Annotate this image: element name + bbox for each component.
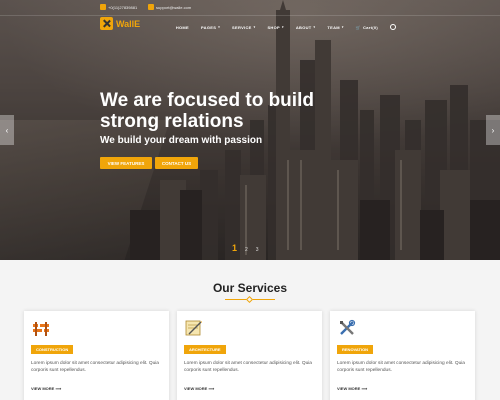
service-card-construction[interactable]: CONSTRUCTION Lorem ipsum dolor sit amet … bbox=[24, 311, 169, 400]
service-description: Lorem ipsum dolor sit amet consectetur a… bbox=[31, 361, 159, 373]
services-title: Our Services bbox=[212, 281, 288, 295]
hero-slider: +0(11)27839881 support@walle.com WallE H… bbox=[0, 0, 500, 260]
phone-contact[interactable]: +0(11)27839881 bbox=[100, 4, 137, 10]
nav-item-pages[interactable]: PAGES ▾ bbox=[201, 24, 220, 30]
main-nav: HOME PAGES ▾ SERVICE ▾ SHOP ▾ ABOUT ▾ TEAM ▾ … bbox=[176, 24, 396, 30]
service-tag: RENOVATION bbox=[337, 345, 374, 354]
blueprint-icon bbox=[185, 320, 202, 336]
hero-headline: We are focused to build strong relations bbox=[100, 90, 314, 132]
nav-item-service[interactable]: SERVICE ▾ bbox=[232, 24, 255, 30]
service-description: Lorem ipsum dolor sit amet consectetur a… bbox=[184, 361, 312, 373]
top-bar: +0(11)27839881 support@walle.com bbox=[0, 0, 500, 16]
divider-diamond bbox=[245, 295, 254, 304]
chevron-down-icon: ▾ bbox=[253, 25, 256, 29]
barrier-icon bbox=[33, 322, 49, 336]
view-more-link[interactable]: VIEW MORE ⟹ bbox=[31, 386, 61, 391]
chevron-down-icon: ▾ bbox=[282, 25, 284, 29]
slider-pagination: 1 2 3 bbox=[232, 243, 259, 253]
cart-link[interactable]: 🛒 Cart(0) bbox=[356, 24, 378, 30]
slide-page-3[interactable]: 3 bbox=[256, 247, 259, 253]
brand-name: WallE bbox=[116, 18, 141, 29]
chevron-right-icon: › bbox=[491, 125, 495, 135]
email-contact[interactable]: support@walle.com bbox=[148, 4, 191, 10]
brand-logo[interactable]: WallE bbox=[100, 17, 140, 30]
service-tag: ARCHITECTURE bbox=[184, 345, 226, 354]
chevron-down-icon: ▾ bbox=[341, 25, 344, 29]
service-card-architecture[interactable]: ARCHITECTURE Lorem ipsum dolor sit amet … bbox=[177, 311, 322, 400]
nav-item-shop[interactable]: SHOP ▾ bbox=[267, 24, 283, 30]
nav-item-team[interactable]: TEAM ▾ bbox=[327, 24, 343, 30]
cart-icon: 🛒 bbox=[355, 24, 361, 30]
chevron-left-icon: ‹ bbox=[5, 125, 9, 135]
hero-subline: We build your dream with passion bbox=[100, 135, 263, 146]
slide-page-1[interactable]: 1 bbox=[232, 243, 237, 253]
service-card-renovation[interactable]: RENOVATION Lorem ipsum dolor sit amet co… bbox=[330, 311, 475, 400]
slide-page-2[interactable]: 2 bbox=[245, 247, 248, 253]
email-icon bbox=[148, 4, 154, 10]
view-more-link[interactable]: VIEW MORE ⟹ bbox=[337, 386, 367, 391]
view-more-link[interactable]: VIEW MORE ⟹ bbox=[184, 386, 214, 391]
slider-next-button[interactable]: › bbox=[486, 115, 500, 145]
chevron-down-icon: ▾ bbox=[313, 25, 316, 29]
logo-icon bbox=[100, 17, 113, 30]
nav-item-home[interactable]: HOME bbox=[176, 24, 189, 30]
phone-icon bbox=[100, 4, 106, 10]
search-icon bbox=[390, 24, 396, 30]
tools-icon bbox=[340, 319, 356, 335]
nav-item-about[interactable]: ABOUT ▾ bbox=[296, 24, 316, 30]
view-features-button[interactable]: VIEW FEATURES bbox=[100, 157, 152, 169]
service-description: Lorem ipsum dolor sit amet consectetur a… bbox=[337, 361, 465, 373]
contact-us-button[interactable]: CONTACT US bbox=[155, 157, 198, 169]
service-tag: CONSTRUCTION bbox=[31, 345, 74, 354]
phone-number: +0(11)27839881 bbox=[108, 4, 138, 10]
chevron-down-icon: ▾ bbox=[218, 25, 221, 29]
search-button[interactable] bbox=[390, 24, 396, 30]
email-address: support@walle.com bbox=[156, 4, 192, 10]
slider-prev-button[interactable]: ‹ bbox=[0, 115, 14, 145]
